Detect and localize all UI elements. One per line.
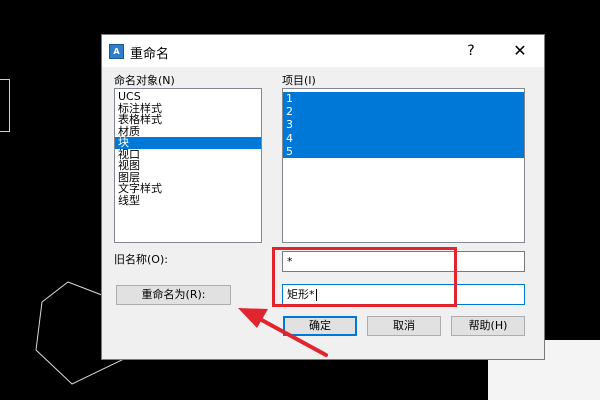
annotation-arrow-icon bbox=[238, 308, 328, 357]
